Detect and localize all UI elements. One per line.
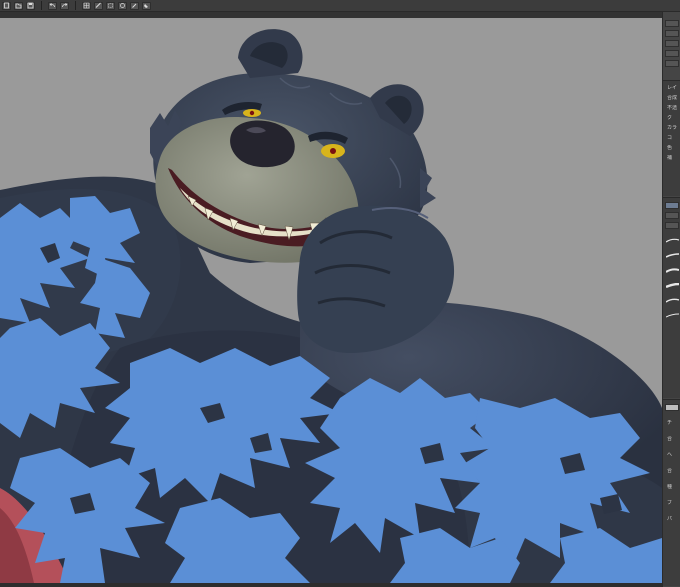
dock-label-5: コ <box>667 135 673 141</box>
brush-stroke-sample[interactable] <box>666 253 679 258</box>
side-label-6: パ <box>667 516 673 522</box>
brush-tool[interactable] <box>665 212 679 219</box>
side-label-5: ブ <box>667 500 673 506</box>
brush-tool-selected[interactable] <box>665 202 679 209</box>
toolbar-divider <box>41 1 42 10</box>
drawing-canvas[interactable] <box>0 18 662 583</box>
tool-property-section: チ 合 ヘ 合 種 ブ パ <box>663 399 680 586</box>
open-file-icon[interactable] <box>14 1 23 10</box>
toolbar-divider <box>75 1 76 10</box>
brush-tool[interactable] <box>665 222 679 229</box>
transform-icon[interactable] <box>106 1 115 10</box>
dock-tab-2[interactable] <box>665 30 679 37</box>
status-bar <box>0 583 662 587</box>
ruler-icon[interactable] <box>94 1 103 10</box>
artwork-illustration <box>0 18 662 583</box>
brush-stroke-sample[interactable] <box>666 238 679 243</box>
new-file-icon[interactable] <box>2 1 11 10</box>
snap-icon[interactable] <box>118 1 127 10</box>
dock-label-1: 合成 <box>667 95 678 101</box>
dock-label-2: 不透 <box>667 105 678 111</box>
pen-icon[interactable] <box>130 1 139 10</box>
dock-tab-4[interactable] <box>665 50 679 57</box>
right-dock-panel: レイ 合成 不透 ク カラ コ 色 補 チ 合 ヘ 合 種 ブ パ <box>662 12 680 587</box>
main-toolbar <box>0 0 680 12</box>
redo-icon[interactable] <box>60 1 69 10</box>
undo-icon[interactable] <box>48 1 57 10</box>
brush-stroke-sample[interactable] <box>666 283 679 288</box>
dock-tab-1[interactable] <box>665 20 679 27</box>
dock-label-4: カラ <box>667 125 678 131</box>
dock-tab-3[interactable] <box>665 40 679 47</box>
dock-tab-5[interactable] <box>665 60 679 67</box>
fill-icon[interactable] <box>142 1 151 10</box>
brush-panel-section <box>663 197 680 398</box>
color-swatch[interactable] <box>665 404 679 411</box>
brush-stroke-sample[interactable] <box>666 298 679 303</box>
side-label-1: 合 <box>667 436 673 442</box>
dock-label-3: ク <box>667 115 673 121</box>
side-label-4: 種 <box>667 484 673 490</box>
dock-label-6: 色 <box>667 145 673 151</box>
brush-stroke-sample[interactable] <box>666 313 679 318</box>
dock-label-7: 補 <box>667 155 673 161</box>
layer-panel-section: レイ 合成 不透 ク カラ コ 色 補 <box>663 80 680 196</box>
side-label-0: チ <box>667 420 673 426</box>
dock-label-0: レイ <box>667 85 678 91</box>
side-label-2: ヘ <box>667 452 673 458</box>
side-label-3: 合 <box>667 468 673 474</box>
save-icon[interactable] <box>26 1 35 10</box>
grid-icon[interactable] <box>82 1 91 10</box>
brush-stroke-sample[interactable] <box>666 268 679 273</box>
